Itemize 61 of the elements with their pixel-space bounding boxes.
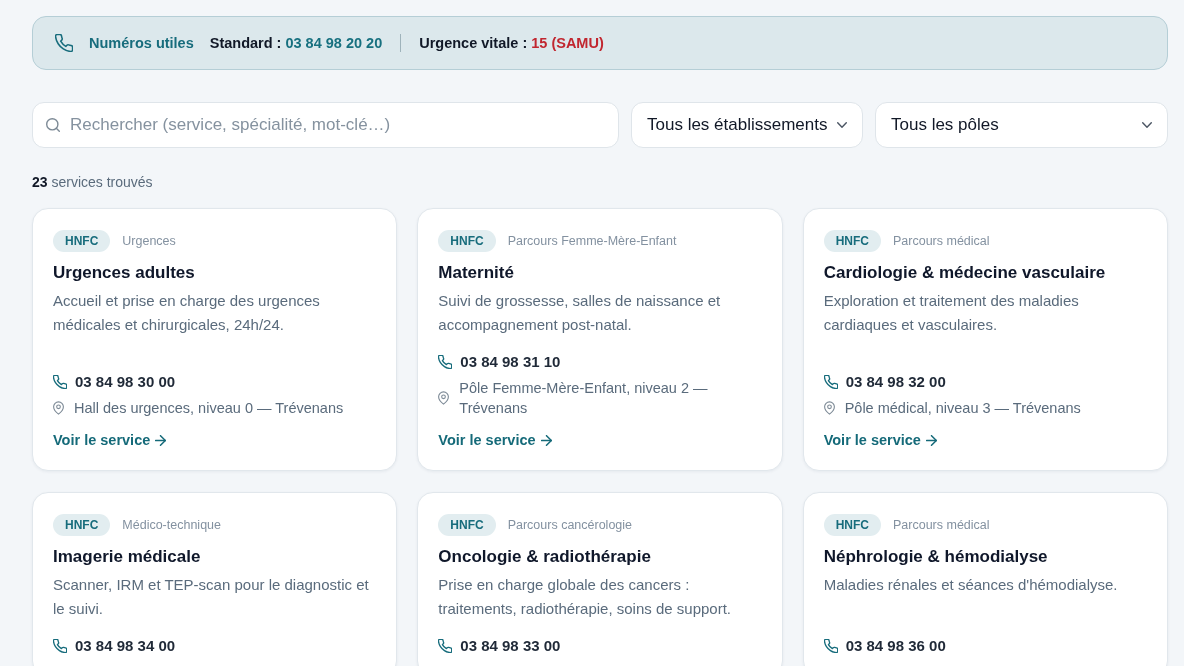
contact-label: Urgence vitale : bbox=[419, 35, 528, 51]
phone-icon bbox=[438, 639, 453, 653]
phone-icon bbox=[55, 34, 73, 52]
phone-number: 03 84 98 32 00 bbox=[845, 372, 946, 392]
phone-icon bbox=[823, 639, 838, 653]
service-description: Maladies rénales et séances d'hémodialyse. bbox=[823, 575, 1119, 595]
contact-number: 03 84 98 20 20 bbox=[285, 35, 383, 51]
location-pin-icon bbox=[53, 401, 64, 415]
category-label: Médico-technique bbox=[122, 518, 221, 532]
site-badge: HNFC bbox=[438, 514, 496, 536]
service-title: Maternité bbox=[438, 262, 515, 284]
phone-number: 03 84 98 34 00 bbox=[75, 636, 176, 656]
arrow-right-icon bbox=[925, 434, 937, 446]
category-label: Parcours médical bbox=[893, 518, 990, 532]
arrow-right-icon bbox=[540, 434, 552, 446]
site-badge: HNFC bbox=[53, 514, 111, 536]
contact-number: 15 (SAMU) bbox=[531, 35, 604, 51]
service-title: Urgences adultes bbox=[53, 262, 196, 284]
service-description: Exploration et traitement des maladies cardiaques et vasculaires. bbox=[823, 291, 1080, 335]
service-link[interactable]: Voir le service bbox=[823, 430, 937, 450]
service-link[interactable]: Voir le service bbox=[438, 430, 552, 450]
contact-bar-title: Numéros utiles bbox=[89, 35, 194, 51]
dropdown[interactable]: Tous les pôles bbox=[875, 102, 1168, 148]
category-label: Urgences bbox=[122, 234, 176, 248]
location-pin-icon bbox=[823, 401, 835, 415]
location-text: Hall des urgences, niveau 0 — Trévenans bbox=[74, 399, 344, 418]
location-text: Pôle médical, niveau 3 — Trévenans bbox=[844, 399, 1081, 418]
arrow-right-icon bbox=[155, 434, 167, 446]
dropdown[interactable]: Tous les établissements bbox=[631, 102, 863, 148]
phone-icon bbox=[438, 355, 453, 369]
search-field[interactable]: Rechercher (service, spécialité, mot-clé…) bbox=[32, 102, 619, 148]
category-label: Parcours médical bbox=[893, 234, 990, 248]
location-text: Pôle Femme-Mère-Enfant, niveau 2 — Trévenans bbox=[459, 379, 709, 418]
site-badge: HNFC bbox=[438, 230, 496, 252]
service-description: Accueil et prise en charge des urgences médicales et chirurgicales, 24h/24. bbox=[53, 291, 321, 335]
service-title: Néphrologie & hémodialyse bbox=[823, 546, 1049, 568]
phone-number: 03 84 98 31 10 bbox=[460, 352, 561, 372]
service-link[interactable]: Voir le service bbox=[53, 430, 167, 450]
chevron-down-icon bbox=[1142, 122, 1152, 128]
category-label: Parcours Femme-Mère-Enfant bbox=[507, 234, 677, 248]
phone-icon bbox=[53, 639, 67, 653]
chevron-down-icon bbox=[837, 122, 848, 128]
result-count: 23 services trouvés bbox=[32, 173, 154, 192]
contact-label: Standard : bbox=[209, 35, 282, 51]
service-title: Imagerie médicale bbox=[53, 546, 202, 568]
service-description: Suivi de grossesse, salles de naissance et accompagnement post-natal. bbox=[438, 291, 722, 335]
service-title: Cardiologie & médecine vasculaire bbox=[823, 262, 1107, 284]
phone-number: 03 84 98 36 00 bbox=[845, 636, 946, 656]
phone-icon bbox=[823, 375, 838, 389]
phone-number: 03 84 98 33 00 bbox=[460, 636, 561, 656]
site-badge: HNFC bbox=[823, 230, 881, 252]
service-title: Oncologie & radiothérapie bbox=[438, 546, 652, 568]
service-description: Scanner, IRM et TEP-scan pour le diagnostic et le suivi. bbox=[53, 575, 370, 619]
site-badge: HNFC bbox=[823, 514, 881, 536]
location-pin-icon bbox=[438, 391, 450, 405]
phone-number: 03 84 98 30 00 bbox=[75, 372, 176, 392]
search-icon bbox=[46, 118, 60, 132]
service-description: Prise en charge globale des cancers : traitements, radiothérapie, soins de support. bbox=[438, 575, 732, 619]
category-label: Parcours cancérologie bbox=[507, 518, 633, 532]
phone-icon bbox=[53, 375, 67, 389]
site-badge: HNFC bbox=[53, 230, 111, 252]
